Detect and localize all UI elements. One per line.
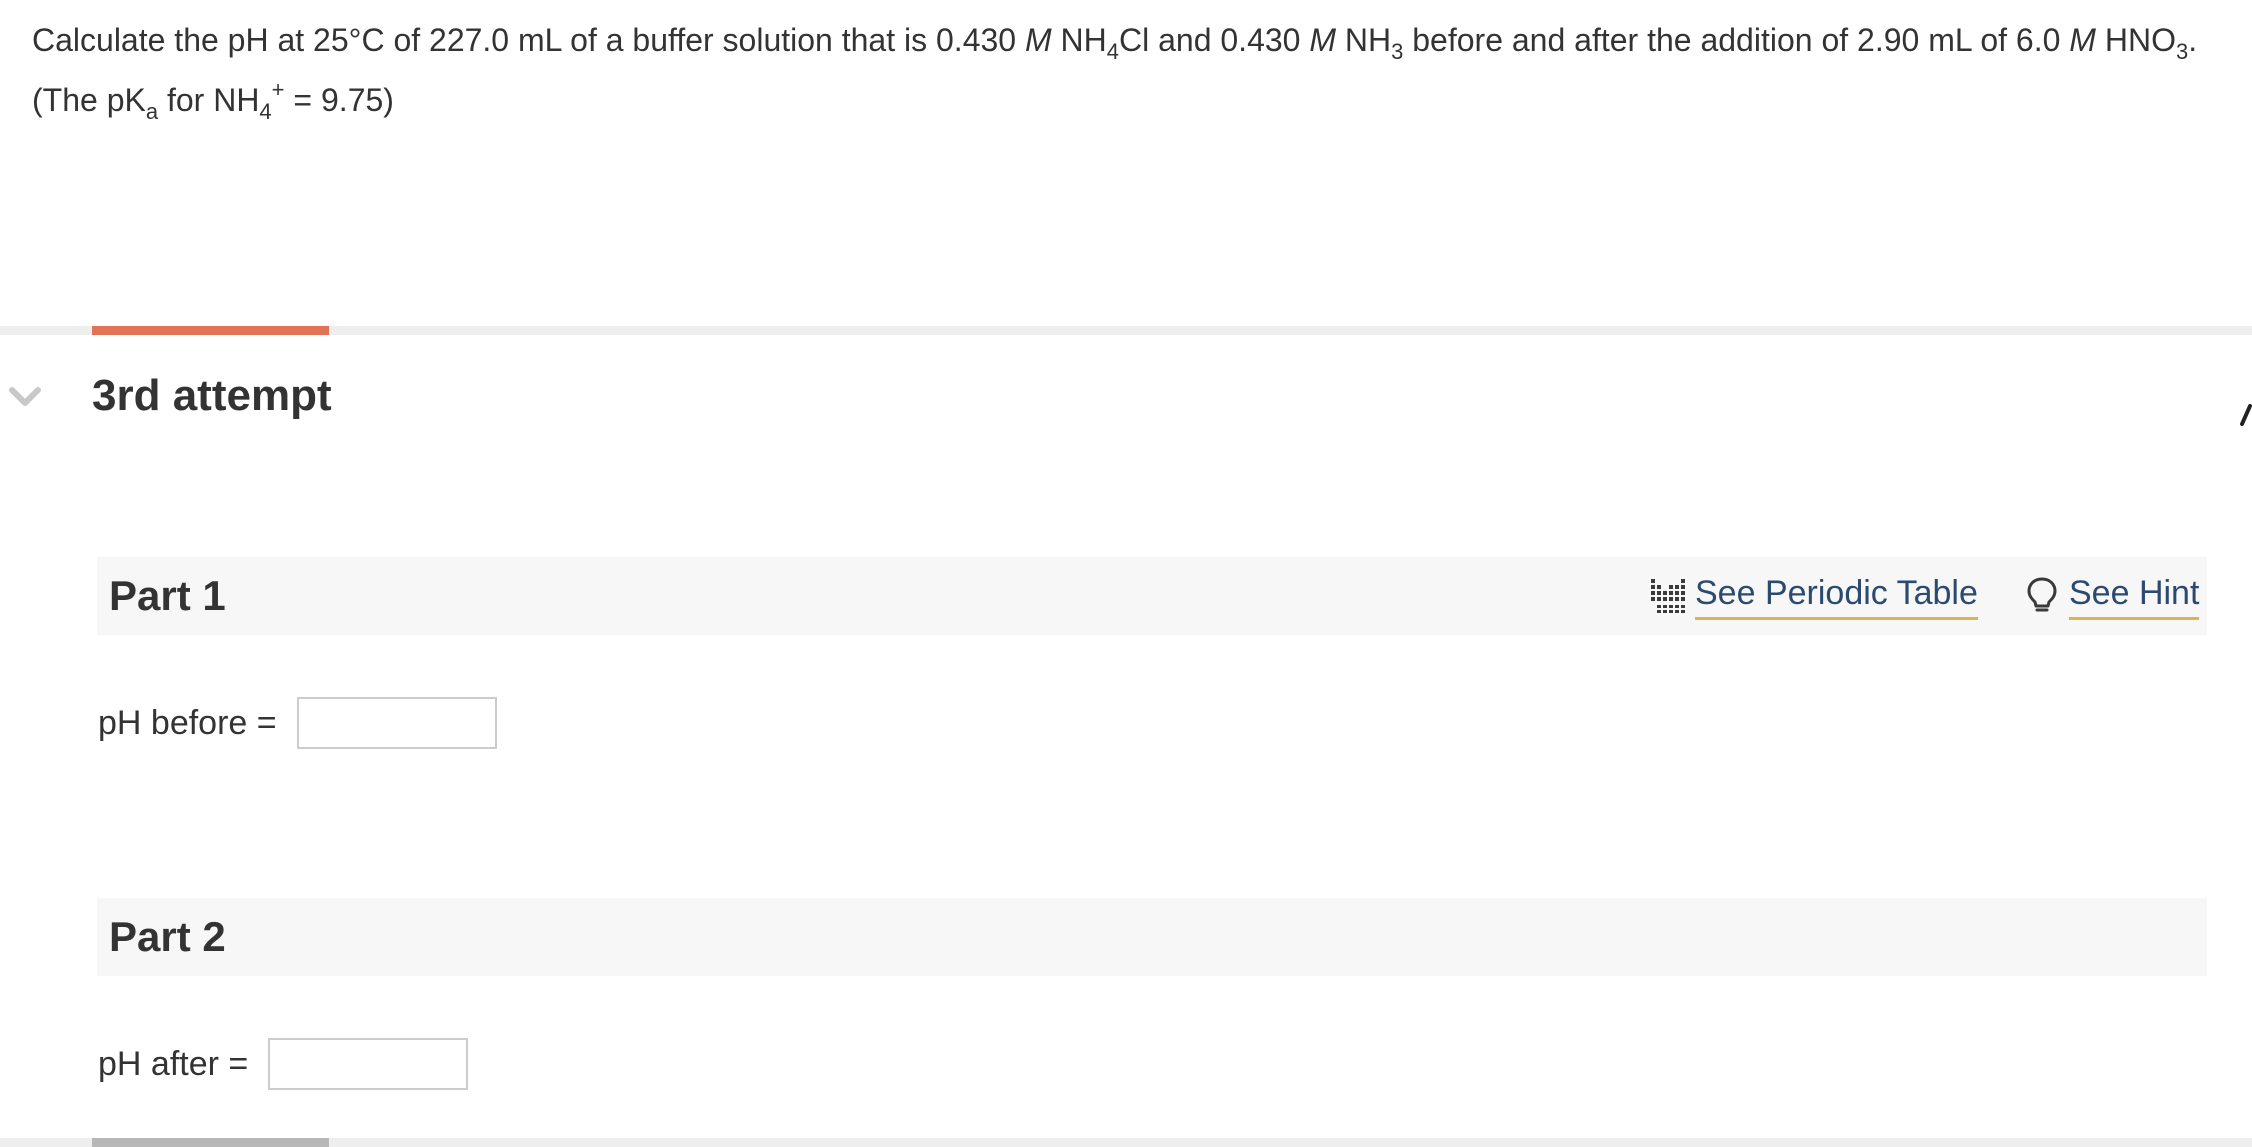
question-text: Calculate the pH at 25°C of 227.0 mL of … (32, 22, 2198, 124)
lightbulb-icon (2023, 575, 2061, 615)
see-hint-link[interactable]: See Hint (2023, 567, 2200, 623)
attempt-title: 3rd attempt (92, 371, 332, 420)
ph-after-label: pH after = (98, 1044, 249, 1083)
part-1-title: Part 1 (109, 572, 226, 619)
attempt-progress-track (0, 326, 2252, 335)
part-2-answer-row: pH after = (98, 1038, 469, 1090)
ph-before-label: pH before = (98, 703, 277, 742)
collapse-arrow-icon[interactable] (2238, 404, 2252, 428)
attempt-progress-bar (92, 326, 329, 335)
see-hint-label[interactable]: See Hint (2069, 571, 2200, 620)
part-2-title: Part 2 (109, 913, 226, 960)
see-periodic-table-label[interactable]: See Periodic Table (1695, 571, 1978, 620)
part-1-answer-row: pH before = (98, 697, 497, 749)
ph-after-input[interactable] (268, 1038, 469, 1090)
part-1-header: Part 1 See Periodic Table See Hint (97, 557, 2207, 635)
chevron-down-icon[interactable] (8, 380, 42, 414)
periodic-table-icon (1649, 575, 1687, 615)
part-2-header: Part 2 (97, 898, 2207, 976)
see-periodic-table-link[interactable]: See Periodic Table (1649, 567, 1978, 623)
ph-before-input[interactable] (296, 697, 497, 749)
